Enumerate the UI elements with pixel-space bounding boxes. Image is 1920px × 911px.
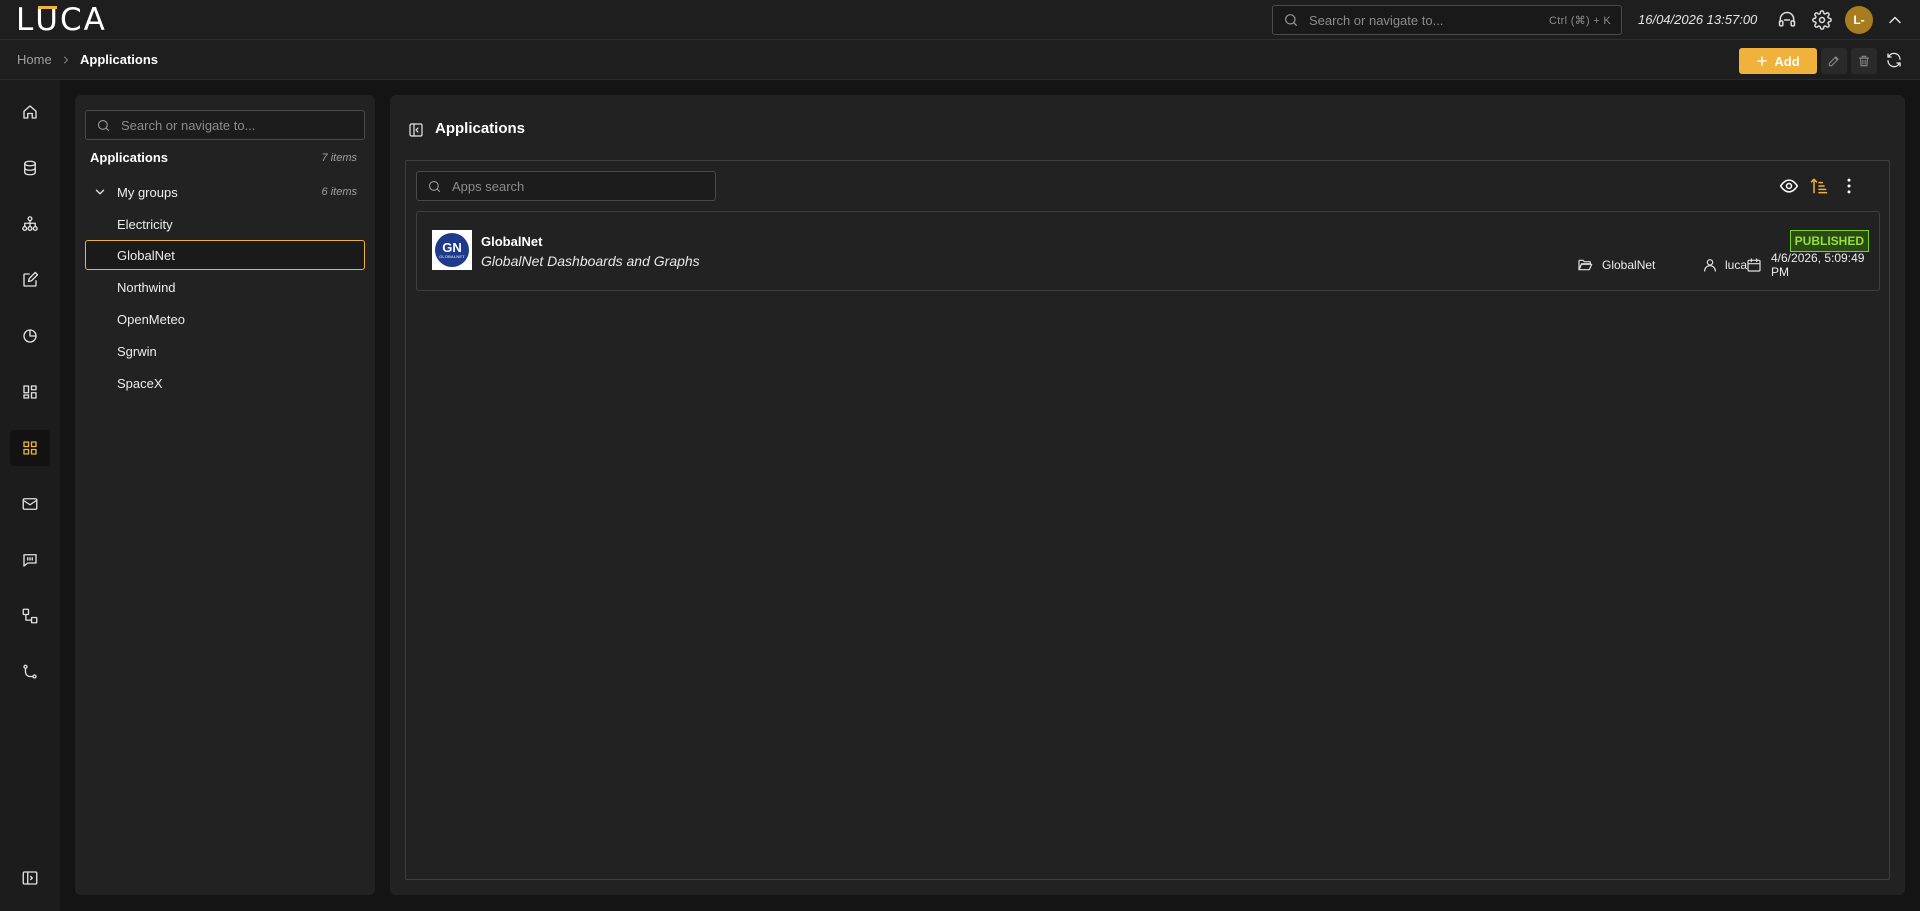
search-icon [1283,12,1299,28]
mail-icon[interactable] [10,486,50,522]
chat-icon[interactable] [10,542,50,578]
user-icon [1702,257,1718,273]
add-button-label: Add [1774,53,1800,69]
applications-main-panel: Applications Apps search GN GLOBALNET Gl… [390,95,1905,895]
sort-icon[interactable] [1809,176,1829,196]
app-description: GlobalNet Dashboards and Graphs [481,253,700,269]
top-bar: LUCA Search or navigate to... Ctrl (⌘) +… [0,0,1920,40]
tree-item-openmeteo[interactable]: OpenMeteo [85,304,365,334]
app-card[interactable]: GN GLOBALNET GlobalNet GlobalNet Dashboa… [416,211,1880,291]
group-my-groups[interactable]: My groups 6 items [85,178,365,206]
sidebar-toggle-icon[interactable] [10,860,50,896]
dashboard-icon[interactable] [10,374,50,410]
global-search-placeholder: Search or navigate to... [1309,12,1444,28]
calendar-icon [1746,257,1762,273]
collapse-panel-icon[interactable] [408,122,424,138]
current-datetime: 16/04/2026 13:57:00 [1638,12,1758,27]
app-logo: GN GLOBALNET [432,230,472,270]
gear-icon[interactable] [1812,10,1832,30]
support-icon[interactable] [1777,10,1797,30]
panel-search-placeholder: Search or navigate to... [121,117,256,133]
chevron-down-icon[interactable] [93,185,107,199]
edit-button[interactable] [1821,48,1847,74]
panel-item-count: 7 items [321,152,357,164]
status-badge: PUBLISHED [1789,230,1869,252]
breadcrumb-bar: Home Applications [0,40,1920,80]
git-branch-icon[interactable] [10,654,50,690]
page-title: Applications [435,120,526,137]
global-search-input[interactable]: Search or navigate to... Ctrl (⌘) + K [1272,5,1622,35]
apps-search-input[interactable]: Apps search [416,171,716,201]
more-vertical-icon[interactable] [1839,176,1859,196]
app-name[interactable]: GlobalNet [481,234,542,249]
group-item-count: 6 items [321,186,357,198]
eye-icon[interactable] [1779,176,1799,196]
folder-icon [1577,257,1593,273]
chevron-up-icon[interactable] [1885,10,1905,30]
refresh-icon[interactable] [1885,51,1905,71]
chevron-right-icon [60,54,72,66]
app-date-meta: 4/6/2026, 5:09:49 PM [1746,251,1879,279]
user-avatar[interactable]: L- [1845,6,1873,34]
trash-icon [1857,54,1871,68]
app-logo-subtext: GLOBALNET [439,254,465,259]
tree-item-spacex[interactable]: SpaceX [85,368,365,398]
app-group: GlobalNet [1602,258,1656,272]
workflow-icon[interactable] [10,598,50,634]
tree-item-globalnet[interactable]: GlobalNet [85,240,365,270]
pie-chart-icon[interactable] [10,318,50,354]
tree-item-sgrwin[interactable]: Sgrwin [85,336,365,366]
add-button[interactable]: Add [1739,48,1817,74]
search-shortcut-hint: Ctrl (⌘) + K [1549,14,1611,27]
tree-item-electricity[interactable]: Electricity [85,209,365,239]
app-owner: luca [1725,258,1748,272]
search-icon [96,118,111,133]
app-owner-meta: luca [1702,257,1747,273]
home-icon[interactable] [10,94,50,130]
delete-button[interactable] [1851,48,1877,74]
apps-search-placeholder: Apps search [452,178,525,194]
search-icon [427,179,442,194]
pencil-icon [1827,54,1841,68]
breadcrumb-home[interactable]: Home [17,52,52,67]
luca-logo[interactable]: LUCA [16,2,107,38]
group-label: My groups [117,184,178,200]
tree-item-northwind[interactable]: Northwind [85,272,365,302]
panel-title[interactable]: Applications [90,150,168,165]
breadcrumb-current: Applications [80,52,159,67]
plus-icon [1756,55,1768,67]
app-group-meta: GlobalNet [1577,257,1655,273]
applications-tree-panel: Search or navigate to... Applications 7 … [75,95,375,895]
left-nav-rail [0,80,60,911]
app-logo-initials: GN [442,240,462,255]
apps-container: Apps search GN GLOBALNET GlobalNet Globa… [405,160,1890,880]
database-icon[interactable] [10,150,50,186]
panel-search-input[interactable]: Search or navigate to... [85,110,365,140]
edit-icon[interactable] [10,262,50,298]
apps-icon[interactable] [10,430,50,466]
network-icon[interactable] [10,206,50,242]
app-date: 4/6/2026, 5:09:49 PM [1771,251,1865,279]
